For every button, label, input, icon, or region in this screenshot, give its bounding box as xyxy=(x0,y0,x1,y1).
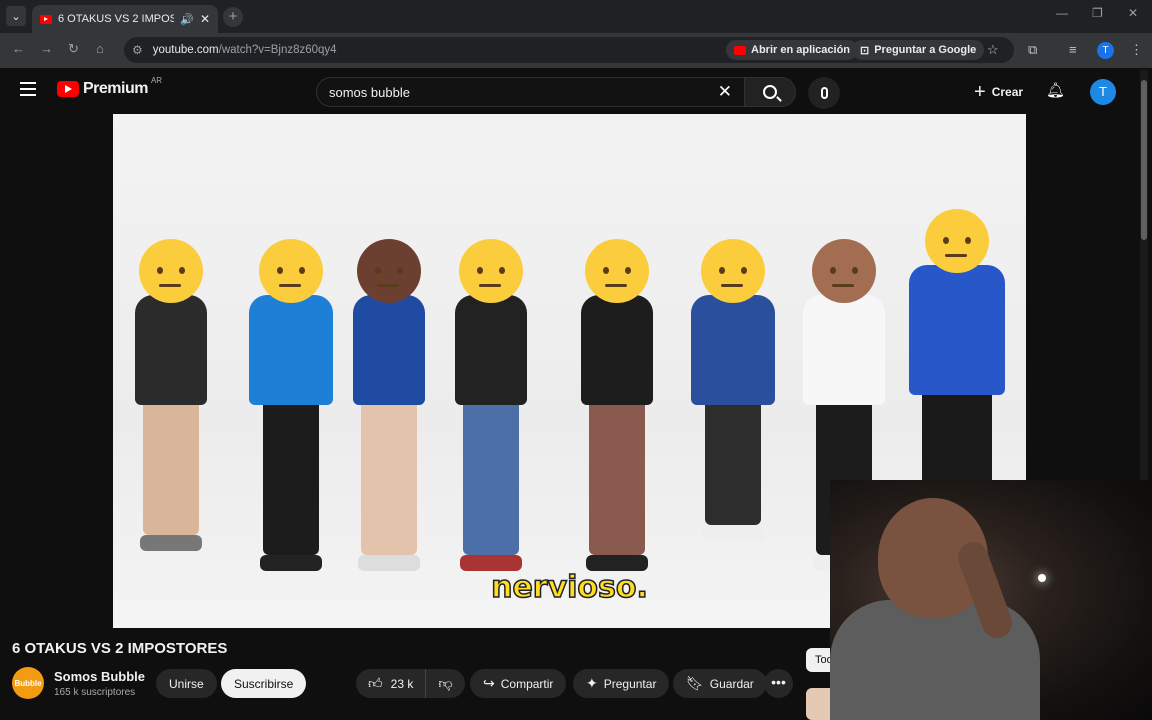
ask-label: Preguntar xyxy=(603,676,657,691)
restore-icon[interactable]: ❐ xyxy=(1092,6,1103,20)
clear-search-icon[interactable]: ✕ xyxy=(718,82,732,102)
person-5 xyxy=(581,239,653,571)
menu-icon[interactable] xyxy=(20,82,36,96)
like-button[interactable]: 👍︎ 23 k xyxy=(356,669,427,698)
back-icon[interactable]: ← xyxy=(12,41,25,56)
logo-text: Premium xyxy=(83,80,148,97)
person-3 xyxy=(353,239,425,571)
like-dislike-group: 👍︎ 23 k 👎︎ xyxy=(356,669,465,698)
person-2 xyxy=(249,239,333,571)
youtube-premium-logo[interactable]: Premium AR xyxy=(57,76,162,98)
search-bar: somos bubble ✕ xyxy=(316,77,796,107)
subscribe-button[interactable]: Suscribirse xyxy=(221,669,307,698)
thumbs-up-icon: 👍︎ xyxy=(368,675,383,691)
site-info-icon[interactable]: ⚙ xyxy=(132,43,143,57)
ask-google-button[interactable]: ⊡ Preguntar a Google xyxy=(852,40,985,60)
save-button[interactable]: 🔖︎ Guardar xyxy=(673,669,767,698)
search-icon xyxy=(763,85,777,99)
bookmark-icon: 🔖︎ xyxy=(686,675,704,691)
microphone-icon xyxy=(820,87,828,99)
share-icon: ↪ xyxy=(483,675,495,691)
close-tab-icon[interactable]: ✕ xyxy=(200,12,210,26)
thinking-emoji-icon xyxy=(139,239,203,303)
notifications-bell-icon[interactable]: 🔔︎ xyxy=(1046,81,1065,99)
new-tab-icon[interactable]: + xyxy=(223,7,243,27)
menu-dots-icon[interactable]: ⋮ xyxy=(1130,42,1143,58)
right-gutter xyxy=(1026,114,1138,480)
browser-tabstrip: ⌄ 6 OTAKUS VS 2 IMPOSTORES 🔊 ✕ + — ❐ ✕ xyxy=(0,0,1152,33)
video-title: 6 OTAKUS VS 2 IMPOSTORES xyxy=(12,640,228,657)
share-button[interactable]: ↪ Compartir xyxy=(470,669,567,698)
media-icon[interactable]: ≡ xyxy=(1069,42,1077,57)
thinking-emoji-icon xyxy=(585,239,649,303)
lens-icon: ⊡ xyxy=(860,44,870,57)
person-6 xyxy=(691,239,775,541)
youtube-header: Premium AR somos bubble ✕ + Crear 🔔︎ T xyxy=(0,68,1152,114)
thinking-emoji-icon xyxy=(459,239,523,303)
browser-tab-active[interactable]: 6 OTAKUS VS 2 IMPOSTORES 🔊 ✕ xyxy=(32,5,218,33)
more-actions-icon[interactable]: ••• xyxy=(764,669,793,698)
open-in-app-label: Abrir en aplicación xyxy=(751,44,851,56)
person-face xyxy=(812,239,876,303)
search-value: somos bubble xyxy=(329,84,410,100)
channel-name[interactable]: Somos Bubble xyxy=(54,669,145,684)
ask-google-label: Preguntar a Google xyxy=(874,44,977,56)
ask-button[interactable]: ✦ Preguntar xyxy=(573,669,670,698)
join-label: Unirse xyxy=(169,676,204,691)
extensions-icon[interactable]: ⧉ xyxy=(1028,42,1037,58)
user-avatar[interactable]: T xyxy=(1090,79,1116,105)
subscribe-label: Suscribirse xyxy=(234,676,294,691)
person-face xyxy=(357,239,421,303)
share-label: Compartir xyxy=(500,676,554,691)
tab-title: 6 OTAKUS VS 2 IMPOSTORES xyxy=(58,13,175,25)
thinking-emoji-icon xyxy=(701,239,765,303)
open-in-app-button[interactable]: Abrir en aplicación xyxy=(726,40,859,60)
browser-profile-avatar[interactable]: T xyxy=(1097,42,1114,59)
channel-avatar[interactable]: Bubble xyxy=(12,667,44,699)
search-input[interactable]: somos bubble ✕ xyxy=(316,77,744,107)
create-label: Crear xyxy=(991,85,1024,99)
tab-list-icon[interactable]: ⌄ xyxy=(6,6,26,26)
subscriber-count: 165 k suscriptores xyxy=(54,687,136,698)
country-code: AR xyxy=(150,75,163,85)
reload-icon[interactable]: ↻ xyxy=(68,41,79,57)
youtube-app-icon xyxy=(734,45,746,55)
home-icon[interactable]: ⌂ xyxy=(96,41,104,56)
window-close-icon[interactable]: ✕ xyxy=(1128,6,1138,20)
url-path: /watch?v=Bjnz8z60qy4 xyxy=(218,44,337,56)
webcam-overlay xyxy=(830,480,1152,720)
join-button[interactable]: Unirse xyxy=(156,669,217,698)
thinking-emoji-icon xyxy=(259,239,323,303)
minimize-icon[interactable]: — xyxy=(1056,6,1068,20)
forward-icon[interactable]: → xyxy=(40,41,53,56)
sparkle-icon: ✦ xyxy=(586,675,598,691)
thumbs-down-icon: 👎︎ xyxy=(438,675,453,691)
url-host: youtube.com xyxy=(152,44,219,56)
dislike-button[interactable]: 👎︎ xyxy=(426,675,464,692)
youtube-play-icon xyxy=(57,81,79,97)
audio-icon[interactable]: 🔊 xyxy=(180,13,194,26)
thinking-emoji-icon xyxy=(925,209,989,273)
person-4 xyxy=(455,239,527,571)
search-button[interactable] xyxy=(744,77,796,107)
background-light xyxy=(1038,574,1046,582)
star-icon[interactable]: ☆ xyxy=(987,42,999,58)
scrollbar-thumb[interactable] xyxy=(1141,80,1147,240)
youtube-favicon-icon xyxy=(40,14,52,24)
browser-toolbar: ← → ↻ ⌂ ⚙ youtube.com/watch?v=Bjnz8z60qy… xyxy=(0,33,1152,68)
save-label: Guardar xyxy=(709,676,754,691)
plus-icon: + xyxy=(974,80,986,103)
like-count: 23 k xyxy=(390,676,414,691)
person-1 xyxy=(135,239,207,551)
address-bar[interactable]: ⚙ youtube.com/watch?v=Bjnz8z60qy4 Abrir … xyxy=(124,37,1014,63)
voice-search-button[interactable] xyxy=(808,77,840,109)
create-button[interactable]: + Crear xyxy=(962,77,1035,107)
